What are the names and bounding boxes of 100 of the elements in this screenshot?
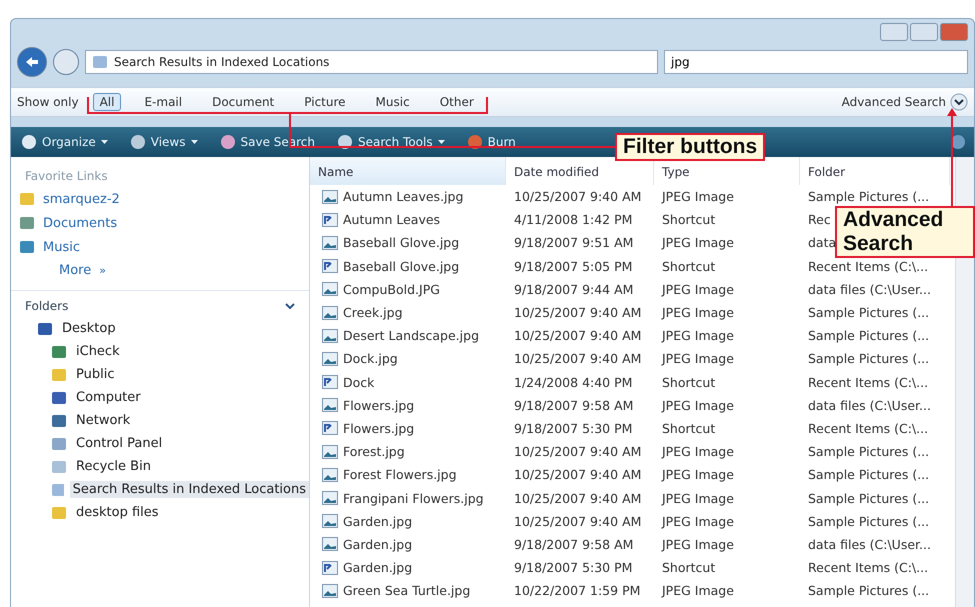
filter-button[interactable]: Picture (297, 93, 353, 111)
shortcut-file-icon (322, 560, 338, 575)
column-header[interactable]: Date modified (514, 165, 600, 179)
folder-tree-item[interactable]: Search Results in Indexed Locations (70, 481, 309, 498)
table-cell: Shortcut (662, 258, 716, 274)
column-header[interactable]: Folder (808, 165, 846, 179)
back-button[interactable] (17, 47, 47, 77)
table-cell: 10/25/2007 9:40 AM (514, 351, 642, 366)
folder-tree-item[interactable]: Control Panel (73, 435, 166, 452)
image-file-icon (322, 491, 338, 506)
filter-label: Show only (17, 95, 79, 109)
table-cell: 10/25/2007 9:40 AM (514, 189, 642, 204)
image-file-icon (322, 282, 338, 296)
favorite-link[interactable]: smarquez-2 (43, 192, 120, 206)
table-cell: Forest.jpg (343, 444, 405, 460)
folder-tree-item[interactable]: Network (73, 412, 134, 429)
table-cell: Dock (343, 374, 374, 390)
table-cell: 9/18/2007 5:30 PM (514, 560, 632, 576)
table-cell: Rec (808, 212, 831, 228)
table-cell: Recent Items (C:\... (808, 560, 928, 576)
arrow-left-icon (25, 56, 39, 68)
image-file-icon (322, 537, 338, 552)
table-cell: Sample Pictures (... (808, 305, 930, 320)
address-bar[interactable]: Search Results in Indexed Locations (85, 50, 658, 74)
filter-button[interactable]: All (92, 93, 122, 111)
table-cell: JPEG Image (662, 282, 734, 297)
folder-tree-item[interactable]: Public (73, 366, 118, 383)
caret-icon (438, 140, 445, 144)
more-arrow[interactable]: » (99, 264, 106, 277)
filter-button[interactable]: Other (432, 93, 481, 111)
favorite-link[interactable]: Music (43, 240, 80, 254)
table-cell: 10/25/2007 9:40 AM (514, 514, 642, 529)
favorite-link[interactable]: Documents (43, 216, 118, 230)
table-cell: 9/18/2007 5:30 PM (514, 420, 632, 436)
folder-tree-item[interactable]: iCheck (73, 343, 123, 360)
shortcut-file-icon (322, 421, 338, 436)
table-cell: Forest Flowers.jpg (343, 467, 457, 482)
callout-label: Filter buttons (615, 133, 766, 161)
shortcut-file-icon (322, 259, 338, 274)
table-cell: Sample Pictures (... (808, 351, 930, 366)
folder-tree-item[interactable]: desktop files (73, 504, 162, 521)
table-cell: data files (C:\User... (808, 282, 931, 297)
table-cell: Flowers.jpg (343, 420, 414, 436)
table-cell: JPEG Image (662, 514, 734, 529)
table-cell: Recent Items (C:\... (808, 420, 928, 436)
table-cell: Sample Pictures (... (808, 444, 930, 460)
table-cell: Green Sea Turtle.jpg (343, 583, 470, 598)
more-link[interactable]: More (59, 263, 92, 278)
table-cell: JPEG Image (662, 398, 734, 413)
caret-icon (100, 140, 108, 144)
table-cell: 9/18/2007 9:51 AM (514, 235, 634, 250)
section-title: Folders (25, 299, 68, 313)
image-file-icon (322, 514, 338, 528)
table-cell: JPEG Image (662, 235, 734, 250)
image-file-icon (322, 236, 338, 250)
table-cell: Sample Pictures (... (808, 189, 930, 204)
minimize-button[interactable] (880, 23, 908, 41)
table-cell: CompuBold.JPG (343, 282, 440, 297)
folder-tree-item[interactable]: Desktop (59, 320, 119, 337)
shortcut-file-icon (322, 212, 338, 227)
shortcut-file-icon (322, 375, 338, 390)
toolbar-button[interactable]: Organize (19, 132, 110, 152)
image-file-icon (322, 306, 338, 320)
filter-button[interactable]: Music (368, 93, 417, 111)
chevron-down-icon[interactable] (285, 302, 295, 310)
search-field[interactable]: jpg (664, 50, 968, 74)
table-cell: 10/25/2007 9:40 AM (514, 444, 642, 460)
forward-button[interactable] (53, 49, 79, 75)
table-cell: JPEG Image (662, 189, 734, 204)
folder-tree-item[interactable]: Computer (73, 389, 144, 406)
table-cell: Desert Landscape.jpg (343, 328, 479, 344)
table-cell: 10/25/2007 9:40 AM (514, 328, 642, 344)
section-title: Favorite Links (24, 168, 109, 185)
maximize-button[interactable] (910, 23, 938, 41)
table-cell: JPEG Image (662, 444, 734, 460)
table-cell: 9/18/2007 9:44 AM (514, 282, 634, 297)
table-cell: Creek.jpg (343, 305, 403, 320)
table-cell: Shortcut (662, 560, 716, 576)
close-button[interactable] (940, 23, 968, 41)
toolbar-button[interactable]: Search Tools (335, 132, 447, 152)
column-header[interactable]: Type (662, 165, 690, 179)
table-cell: Sample Pictures (... (808, 514, 930, 529)
filter-button[interactable]: E-mail (137, 93, 190, 111)
filter-button[interactable]: Document (205, 93, 282, 111)
toolbar-button[interactable]: Views (128, 132, 200, 152)
table-cell: Baseball Glove.jpg (343, 235, 460, 250)
advanced-search-link[interactable]: Advanced Search (842, 95, 946, 109)
table-cell: 10/25/2007 9:40 AM (514, 467, 642, 482)
chevron-down-icon[interactable] (950, 93, 968, 111)
table-cell: Shortcut (662, 374, 716, 390)
table-cell: Dock.jpg (343, 351, 398, 366)
table-cell: Recent Items (C:\... (808, 258, 928, 274)
folder-tree-item[interactable]: Recycle Bin (73, 458, 154, 475)
address-path: Search Results in Indexed Locations (114, 55, 330, 69)
table-cell: JPEG Image (662, 351, 734, 366)
table-cell: Frangipani Flowers.jpg (343, 490, 484, 506)
image-file-icon (322, 468, 338, 482)
column-header[interactable]: Name (318, 165, 354, 179)
toolbar-button[interactable]: Burn (464, 132, 518, 152)
table-cell: JPEG Image (662, 328, 734, 344)
